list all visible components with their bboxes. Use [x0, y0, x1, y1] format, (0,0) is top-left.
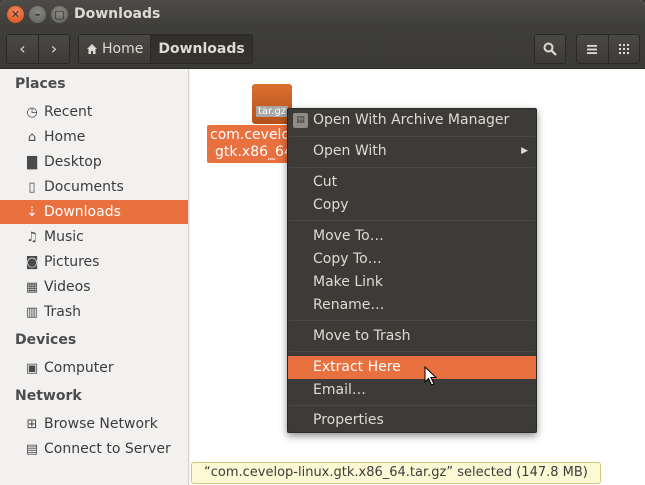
back-button[interactable]: ‹ [7, 35, 38, 63]
menu-separator [289, 167, 535, 168]
search-icon [543, 42, 557, 56]
camera-icon: ◙ [25, 254, 39, 270]
folder-icon: ▇ [27, 154, 37, 170]
sidebar-item-connect-to-server[interactable]: ▤ Connect to Server [0, 437, 188, 461]
menu-item-copy-to[interactable]: Copy To… [288, 248, 536, 271]
menu-separator [289, 320, 535, 321]
sidebar-item-music[interactable]: ♫ Music [0, 225, 188, 249]
sidebar-item-downloads[interactable]: ⇣ Downloads [0, 200, 188, 224]
breadcrumb-downloads[interactable]: Downloads [151, 34, 253, 64]
menu-item-properties[interactable]: Properties [288, 409, 536, 432]
server-icon: ▤ [25, 441, 39, 457]
menu-item-copy[interactable]: Copy [288, 194, 536, 217]
chevron-left-icon: ‹ [19, 39, 26, 58]
home-icon [87, 44, 97, 54]
window-title: Downloads [74, 6, 161, 22]
menu-separator [289, 351, 535, 352]
mouse-pointer-icon [424, 366, 438, 386]
chevron-right-icon: › [50, 39, 58, 58]
breadcrumb-home[interactable]: Home [78, 34, 152, 64]
sidebar-item-browse-network[interactable]: ⊞ Browse Network [0, 412, 188, 436]
sidebar-item-computer[interactable]: ▣ Computer [0, 356, 188, 380]
grid-icon [618, 44, 629, 54]
minimize-window-button[interactable]: – [29, 6, 46, 23]
sidebar-item-trash[interactable]: ▥ Trash [0, 300, 188, 324]
sidebar-item-desktop[interactable]: ▇ Desktop [0, 150, 188, 174]
menu-item-email[interactable]: Email… [288, 379, 536, 402]
menu-item-move-to-trash[interactable]: Move to Trash [288, 325, 536, 348]
breadcrumb-home-label: Home [102, 41, 144, 57]
network-icon: ⊞ [26, 416, 38, 432]
file-manager-window: ✕ – ▢ Downloads ‹ › Home Downloads Place… [0, 0, 645, 485]
sidebar-item-pictures[interactable]: ◙ Pictures [0, 250, 188, 274]
breadcrumb: Home Downloads [78, 34, 253, 64]
menu-item-open-with[interactable]: Open With ▶ [288, 140, 536, 163]
menu-item-cut[interactable]: Cut [288, 171, 536, 194]
clock-icon: ◷ [26, 104, 38, 120]
maximize-window-button[interactable]: ▢ [51, 6, 68, 23]
menu-item-make-link[interactable]: Make Link [288, 271, 536, 294]
list-icon [587, 45, 598, 54]
forward-button[interactable]: › [37, 35, 69, 63]
sidebar-section-devices: Devices [15, 332, 77, 348]
menu-separator [289, 405, 535, 406]
file-type-label: tar.gz [256, 106, 289, 117]
search-button[interactable] [534, 34, 566, 64]
computer-icon: ▣ [25, 360, 39, 376]
title-bar: ✕ – ▢ Downloads [0, 0, 645, 29]
sidebar: Places ◷ Recent ⌂ Home ▇ Desktop ▯ Documents… [0, 69, 189, 485]
grid-view-button[interactable] [607, 35, 639, 63]
submenu-arrow-icon: ▶ [521, 146, 528, 156]
sidebar-item-home[interactable]: ⌂ Home [0, 125, 188, 149]
document-icon: ▯ [28, 179, 36, 195]
trash-icon: ▥ [25, 304, 39, 320]
home-icon: ⌂ [27, 129, 37, 145]
sidebar-item-videos[interactable]: ▦ Videos [0, 275, 188, 299]
menu-item-open-with-archive-manager[interactable]: ▤ Open With Archive Manager [288, 109, 536, 132]
sidebar-item-documents[interactable]: ▯ Documents [0, 175, 188, 199]
sidebar-section-places: Places [15, 76, 66, 92]
toolbar: ‹ › Home Downloads [0, 29, 645, 69]
menu-item-move-to[interactable]: Move To… [288, 225, 536, 248]
status-bar: “com.cevelop-linux.gtk.x86_64.tar.gz” se… [191, 462, 601, 484]
film-icon: ▦ [25, 279, 39, 295]
navigation-buttons: ‹ › [6, 34, 70, 64]
sidebar-section-network: Network [15, 388, 82, 404]
music-icon: ♫ [26, 229, 38, 245]
menu-separator [289, 136, 535, 137]
menu-item-rename[interactable]: Rename… [288, 294, 536, 317]
file-name-label[interactable]: com.cevelo gtk.x86_64 [207, 125, 297, 163]
download-icon: ⇣ [26, 204, 38, 220]
context-menu: ▤ Open With Archive Manager Open With ▶ … [287, 108, 537, 433]
view-switcher [576, 34, 640, 64]
menu-separator [289, 220, 535, 221]
close-window-button[interactable]: ✕ [7, 6, 24, 23]
sidebar-item-recent[interactable]: ◷ Recent [0, 100, 188, 124]
list-view-button[interactable] [577, 35, 608, 63]
menu-item-extract-here[interactable]: Extract Here [288, 356, 536, 379]
archive-file-icon[interactable]: tar.gz [252, 84, 292, 124]
archive-manager-icon: ▤ [293, 113, 308, 128]
